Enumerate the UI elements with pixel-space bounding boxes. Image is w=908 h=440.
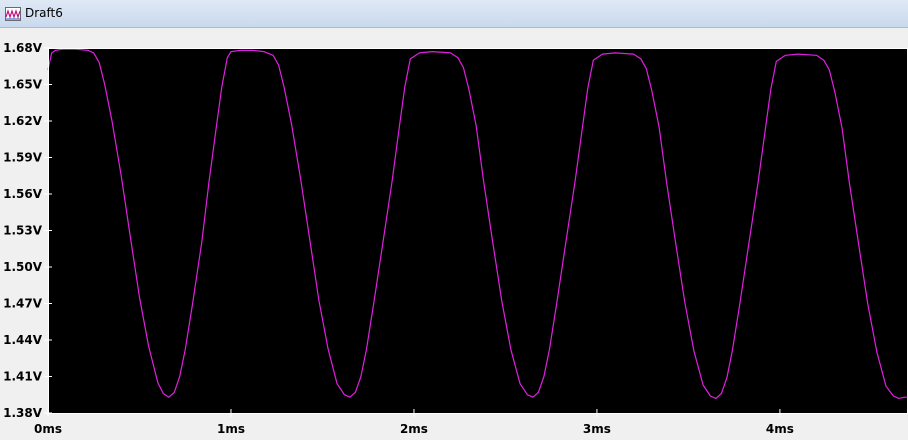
y-tick-label: 1.59V [3,151,43,165]
x-tick-label: 3ms [583,422,611,436]
window-titlebar[interactable]: Draft6 [0,0,908,28]
waveform-viewer-icon [5,7,21,21]
y-tick-label: 1.53V [3,224,43,238]
y-tick-label: 1.38V [3,406,43,420]
y-tick-label: 1.65V [3,78,43,92]
window-title: Draft6 [25,6,63,20]
y-tick-label: 1.41V [3,370,43,384]
y-tick-label: 1.62V [3,114,43,128]
y-axis: 1.68V 1.65V 1.62V 1.59V 1.56V 1.53V 1.50V 1.47V… [3,41,52,420]
x-tick-label: 0ms [34,422,62,436]
x-tick-label: 4ms [766,422,794,436]
plot-pane[interactable]: 1.68V 1.65V 1.62V 1.59V 1.56V 1.53V 1.50V 1.47V… [0,28,908,440]
y-tick-label: 1.44V [3,333,43,347]
x-tick-label: 2ms [400,422,428,436]
y-tick-label: 1.47V [3,297,43,311]
x-tick-label: 1ms [217,422,245,436]
plot-area[interactable] [48,48,908,413]
waveform-chart[interactable]: 1.68V 1.65V 1.62V 1.59V 1.56V 1.53V 1.50V 1.47V… [0,28,908,440]
y-tick-label: 1.68V [3,41,43,55]
y-tick-label: 1.56V [3,187,43,201]
y-tick-label: 1.50V [3,260,43,274]
